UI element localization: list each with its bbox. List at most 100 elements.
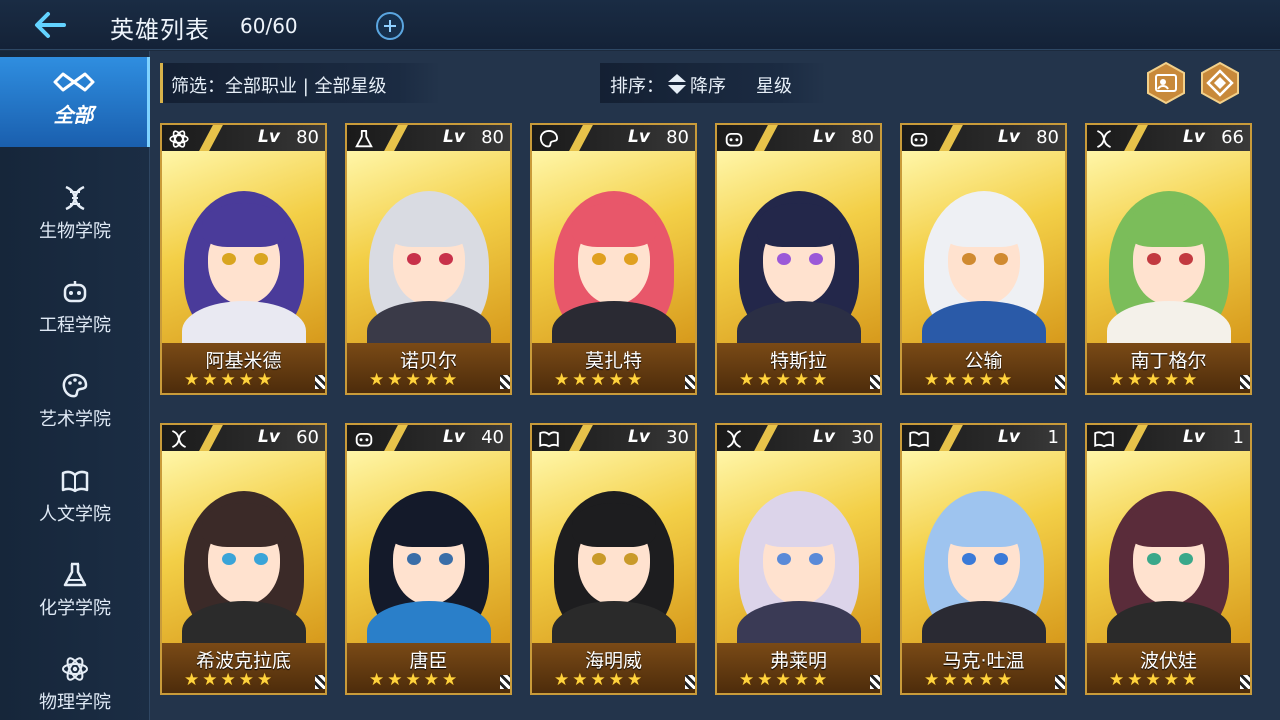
hero-name-bar: 诺贝尔 ★★★★★ (347, 343, 510, 393)
sidebar-item-chemistry[interactable]: 化学学院 (0, 548, 150, 638)
robot-icon (353, 428, 375, 454)
hero-portrait (532, 451, 695, 643)
hero-card[interactable]: Lv 80 公输 ★★★★★ (900, 123, 1067, 395)
portrait-eye (407, 553, 421, 565)
hero-portrait (1087, 451, 1250, 643)
book-icon (908, 428, 930, 454)
portrait-bangs (202, 203, 286, 247)
hero-card[interactable]: Lv 1 马克·吐温 ★★★★★ (900, 423, 1067, 695)
hero-portrait (717, 151, 880, 343)
hero-name-bar: 海明威 ★★★★★ (532, 643, 695, 693)
hero-card[interactable]: Lv 66 南丁格尔 ★★★★★ (1085, 123, 1252, 395)
portrait-eye (592, 253, 606, 265)
portrait-bangs (1127, 203, 1211, 247)
filter-button[interactable]: 筛选：全部职业 | 全部星级 (160, 63, 440, 103)
hero-card-header: Lv 1 (902, 425, 1065, 451)
page-title: 英雄列表 (110, 16, 210, 44)
sort-direction-toggle[interactable]: 降序 (666, 67, 736, 99)
formation-button[interactable] (1198, 61, 1242, 105)
sidebar-item-humanities[interactable]: 人文学院 (0, 454, 150, 544)
sort-direction-label: 降序 (690, 76, 726, 97)
atom-icon (168, 128, 190, 154)
sidebar-item-engineering[interactable]: 工程学院 (0, 265, 150, 355)
portrait-eye (809, 553, 823, 565)
robot-icon (723, 128, 745, 154)
id-card-icon (1147, 61, 1185, 105)
hero-card[interactable]: Lv 30 海明威 ★★★★★ (530, 423, 697, 695)
hero-card[interactable]: Lv 30 弗莱明 ★★★★★ (715, 423, 882, 695)
portrait-eye (809, 253, 823, 265)
hero-card[interactable]: Lv 80 诺贝尔 ★★★★★ (345, 123, 512, 395)
sidebar-item-art[interactable]: 艺术学院 (0, 359, 150, 449)
portrait-eye (222, 253, 236, 265)
dna-icon (168, 428, 190, 454)
sort-arrows-icon (668, 74, 686, 94)
hero-card[interactable]: Lv 1 波伏娃 ★★★★★ (1085, 423, 1252, 695)
hero-level: 80 (666, 127, 689, 148)
back-button[interactable] (32, 10, 68, 40)
hero-name: 公输 (964, 350, 1003, 372)
hero-stars: ★★★★★ (554, 670, 646, 690)
level-tag: Lv (258, 127, 280, 147)
sort-label: 排序： (610, 76, 664, 97)
hero-stars: ★★★★★ (184, 670, 276, 690)
sidebar-item-physics[interactable]: 物理学院 (0, 642, 150, 720)
portrait-bangs (942, 203, 1026, 247)
hero-portrait (902, 451, 1065, 643)
atom-icon (62, 657, 88, 681)
hero-level: 66 (1221, 127, 1244, 148)
dna-icon (1093, 128, 1115, 154)
hero-card[interactable]: Lv 80 莫扎特 ★★★★★ (530, 123, 697, 395)
hero-portrait (347, 451, 510, 643)
checkered-flag-icon (1240, 375, 1250, 389)
hero-card-header: Lv 30 (532, 425, 695, 451)
hero-stars: ★★★★★ (739, 670, 831, 690)
sort-bar: 排序： 降序 星级 (600, 63, 826, 103)
sort-key-button[interactable]: 星级 (756, 72, 792, 98)
hero-name: 阿基米德 (205, 350, 282, 372)
portrait-eye (994, 553, 1008, 565)
hero-card-view-button[interactable] (1144, 61, 1188, 105)
hero-card[interactable]: Lv 40 唐臣 ★★★★★ (345, 423, 512, 695)
level-tag: Lv (813, 127, 835, 147)
level-tag: Lv (443, 427, 465, 447)
hero-level: 80 (851, 127, 874, 148)
hero-name: 弗莱明 (769, 650, 827, 672)
hero-card[interactable]: Lv 80 特斯拉 ★★★★★ (715, 123, 882, 395)
level-tag: Lv (813, 427, 835, 447)
flask-icon (353, 128, 375, 154)
portrait-eye (222, 553, 236, 565)
hero-name-bar: 希波克拉底 ★★★★★ (162, 643, 325, 693)
hero-level: 1 (1232, 427, 1244, 448)
hero-card-header: Lv 66 (1087, 125, 1250, 151)
sidebar: 全部 生物学院 工程学院 艺术学院 人文学院 化学学院 物理学院 (0, 51, 150, 720)
portrait-eye (592, 553, 606, 565)
hero-level: 1 (1047, 427, 1059, 448)
hero-stars: ★★★★★ (369, 370, 461, 390)
hero-name: 诺贝尔 (399, 350, 457, 372)
portrait-bangs (757, 503, 841, 547)
level-tag: Lv (628, 127, 650, 147)
sidebar-item-all[interactable]: 全部 (0, 57, 150, 147)
robot-icon (63, 281, 87, 303)
portrait-bangs (202, 503, 286, 547)
hero-name-bar: 波伏娃 ★★★★★ (1087, 643, 1250, 693)
hero-stars: ★★★★★ (924, 670, 1016, 690)
hero-card[interactable]: Lv 60 希波克拉底 ★★★★★ (160, 423, 327, 695)
portrait-eye (1147, 253, 1161, 265)
portrait-eye (994, 253, 1008, 265)
hero-portrait (902, 151, 1065, 343)
level-tag: Lv (628, 427, 650, 447)
hero-card[interactable]: Lv 80 阿基米德 ★★★★★ (160, 123, 327, 395)
hero-name-bar: 弗莱明 ★★★★★ (717, 643, 880, 693)
hero-card-header: Lv 80 (902, 125, 1065, 151)
checkered-flag-icon (870, 675, 880, 689)
add-capacity-button[interactable] (376, 12, 404, 40)
hero-portrait (532, 151, 695, 343)
sidebar-item-biology[interactable]: 生物学院 (0, 171, 150, 261)
hero-stars: ★★★★★ (1109, 370, 1201, 390)
hero-card-header: Lv 80 (347, 125, 510, 151)
checkered-flag-icon (1240, 675, 1250, 689)
hero-name-bar: 莫扎特 ★★★★★ (532, 343, 695, 393)
portrait-eye (1179, 553, 1193, 565)
